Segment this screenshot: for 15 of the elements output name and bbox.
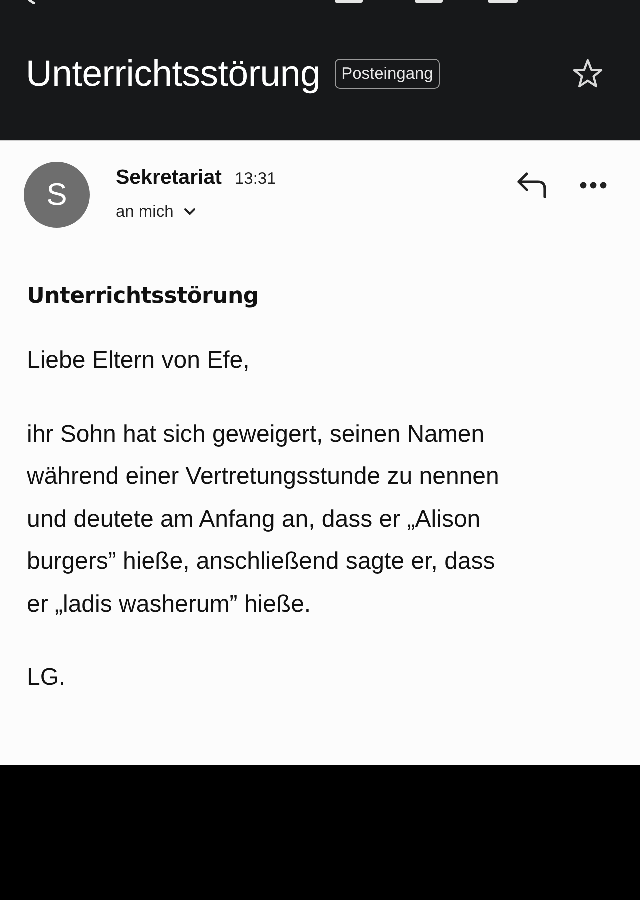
message-paragraph: Liebe Eltern von Efe, xyxy=(27,346,251,376)
cut-off-icon[interactable] xyxy=(27,0,37,4)
message-subject: Unterrichtsstörung xyxy=(27,283,259,311)
star-icon[interactable] xyxy=(572,58,604,90)
inbox-label[interactable]: Posteingang xyxy=(334,59,440,89)
recipient-text: an mich xyxy=(116,202,174,222)
sent-time: 13:31 xyxy=(234,170,276,189)
more-options-icon[interactable] xyxy=(580,182,607,188)
chevron-down-icon[interactable] xyxy=(184,208,196,216)
sender-avatar: S xyxy=(24,162,90,228)
message-paragraph: LG. xyxy=(27,663,67,693)
message-paragraph: ihr Sohn hat sich geweigert, seinen Namen während einer Vertretungsstunde zu nennen und deutete am Anfang an, dass er „Alison burgers” hieße, anschließend sagte er, dass er „ladis washerum” hieße. xyxy=(27,420,500,620)
sender-name: Sekretariat xyxy=(116,166,222,190)
email-subject-title: Unterrichtsstörung xyxy=(26,53,321,95)
reply-icon[interactable] xyxy=(517,172,547,198)
